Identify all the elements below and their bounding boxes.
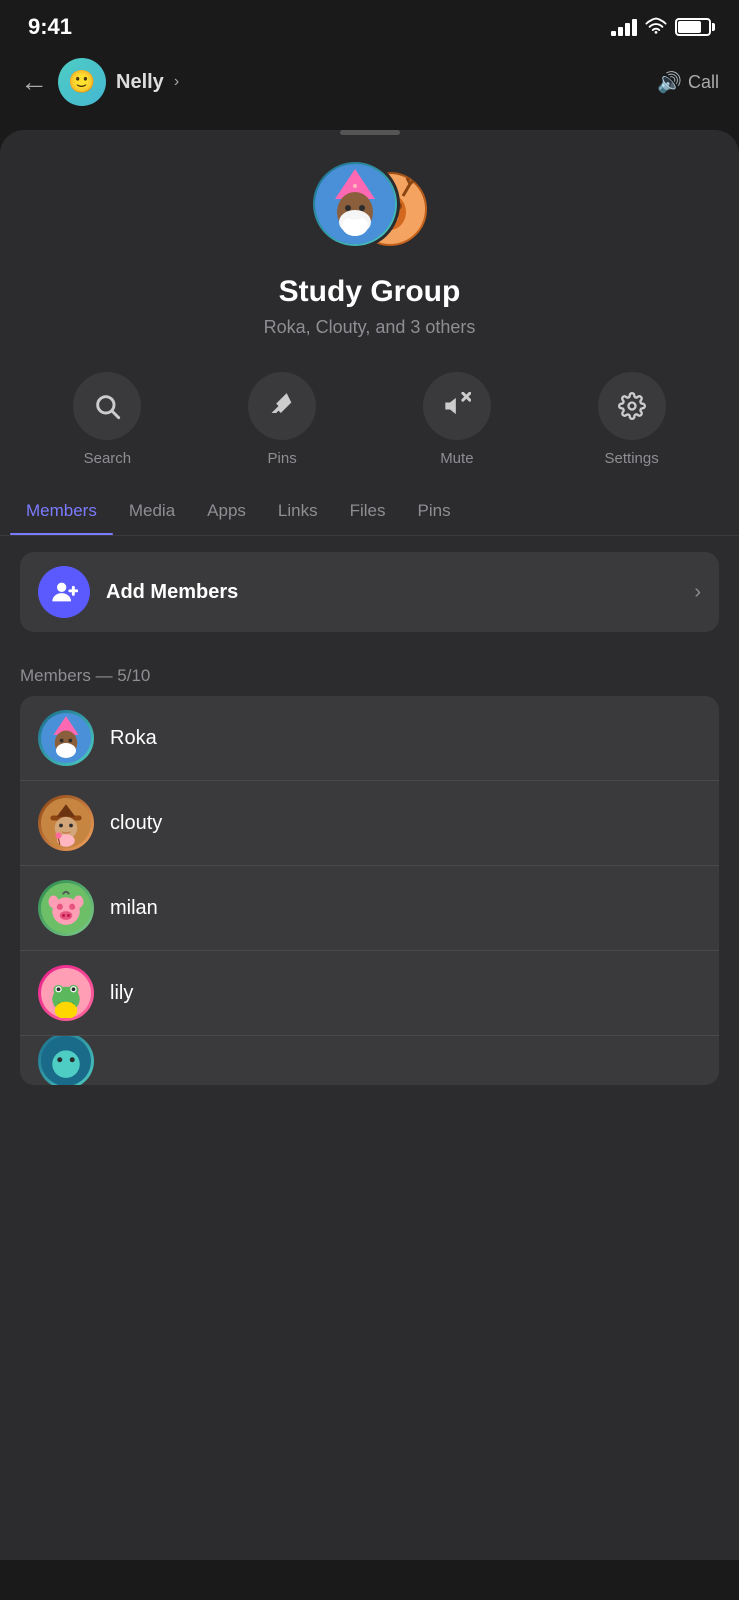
status-bar: 9:41 (0, 0, 739, 48)
action-buttons-row: Search Pins Mute (0, 348, 739, 487)
top-nav: ← 🙂 Nelly › 🔊 Call (0, 48, 739, 116)
status-icons (611, 16, 711, 39)
call-button[interactable]: 🔊 Call (657, 70, 719, 95)
mute-action-icon (423, 372, 491, 440)
group-name: Study Group (30, 275, 709, 309)
nav-name-chevron-icon: › (174, 73, 179, 91)
add-members-button[interactable]: Add Members › (20, 552, 719, 632)
wifi-icon (645, 16, 667, 39)
group-members-subtitle: Roka, Clouty, and 3 others (30, 317, 709, 338)
tabs-row: Members Media Apps Links Files Pins (0, 487, 739, 536)
tab-members[interactable]: Members (10, 487, 113, 535)
group-avatar-front (310, 159, 400, 249)
member-name-milan: milan (110, 897, 158, 920)
call-label: Call (688, 72, 719, 93)
bottom-sheet: Study Group Roka, Clouty, and 3 others S… (0, 130, 739, 1560)
member-avatar-roka (38, 710, 94, 766)
back-button[interactable]: ← (20, 66, 48, 98)
add-members-label: Add Members (106, 581, 694, 604)
member-name-clouty: clouty (110, 812, 162, 835)
nav-contact-name: Nelly (116, 71, 164, 94)
add-members-chevron-icon: › (694, 581, 701, 604)
member-avatar-lily (38, 965, 94, 1021)
group-info: Study Group Roka, Clouty, and 3 others (0, 275, 739, 348)
settings-action-icon (598, 372, 666, 440)
mute-action-button[interactable]: Mute (423, 372, 491, 467)
settings-action-label: Settings (605, 450, 659, 467)
list-item[interactable]: lily (20, 950, 719, 1035)
member-name-roka: Roka (110, 727, 157, 750)
search-action-button[interactable]: Search (73, 372, 141, 467)
members-list: Roka (20, 696, 719, 1085)
settings-action-button[interactable]: Settings (598, 372, 666, 467)
member-avatar-milan (38, 880, 94, 936)
tab-links[interactable]: Links (262, 487, 334, 535)
nav-contact-avatar: 🙂 (58, 58, 106, 106)
pins-action-button[interactable]: Pins (248, 372, 316, 467)
battery-icon (675, 18, 711, 36)
tab-apps[interactable]: Apps (191, 487, 262, 535)
search-action-label: Search (84, 450, 132, 467)
add-members-section: Add Members › (0, 536, 739, 648)
mute-action-label: Mute (440, 450, 473, 467)
call-icon: 🔊 (657, 70, 682, 95)
add-members-icon (38, 566, 90, 618)
top-nav-left: ← 🙂 Nelly › (20, 58, 179, 106)
list-item[interactable]: milan (20, 865, 719, 950)
tab-media[interactable]: Media (113, 487, 191, 535)
signal-icon (611, 18, 637, 36)
tab-pins[interactable]: Pins (402, 487, 467, 535)
pins-action-icon (248, 372, 316, 440)
search-action-icon (73, 372, 141, 440)
members-count-label: Members — 5/10 (0, 648, 739, 696)
status-time: 9:41 (28, 14, 72, 40)
list-item[interactable] (20, 1035, 719, 1085)
list-item[interactable]: Roka (20, 696, 719, 780)
pins-action-label: Pins (268, 450, 297, 467)
member-avatar-clouty (38, 795, 94, 851)
tab-files[interactable]: Files (334, 487, 402, 535)
group-avatar-section (0, 135, 739, 275)
member-avatar-last (38, 1035, 94, 1085)
list-item[interactable]: clouty (20, 780, 719, 865)
member-name-lily: lily (110, 982, 133, 1005)
group-avatar-stack (310, 159, 430, 259)
